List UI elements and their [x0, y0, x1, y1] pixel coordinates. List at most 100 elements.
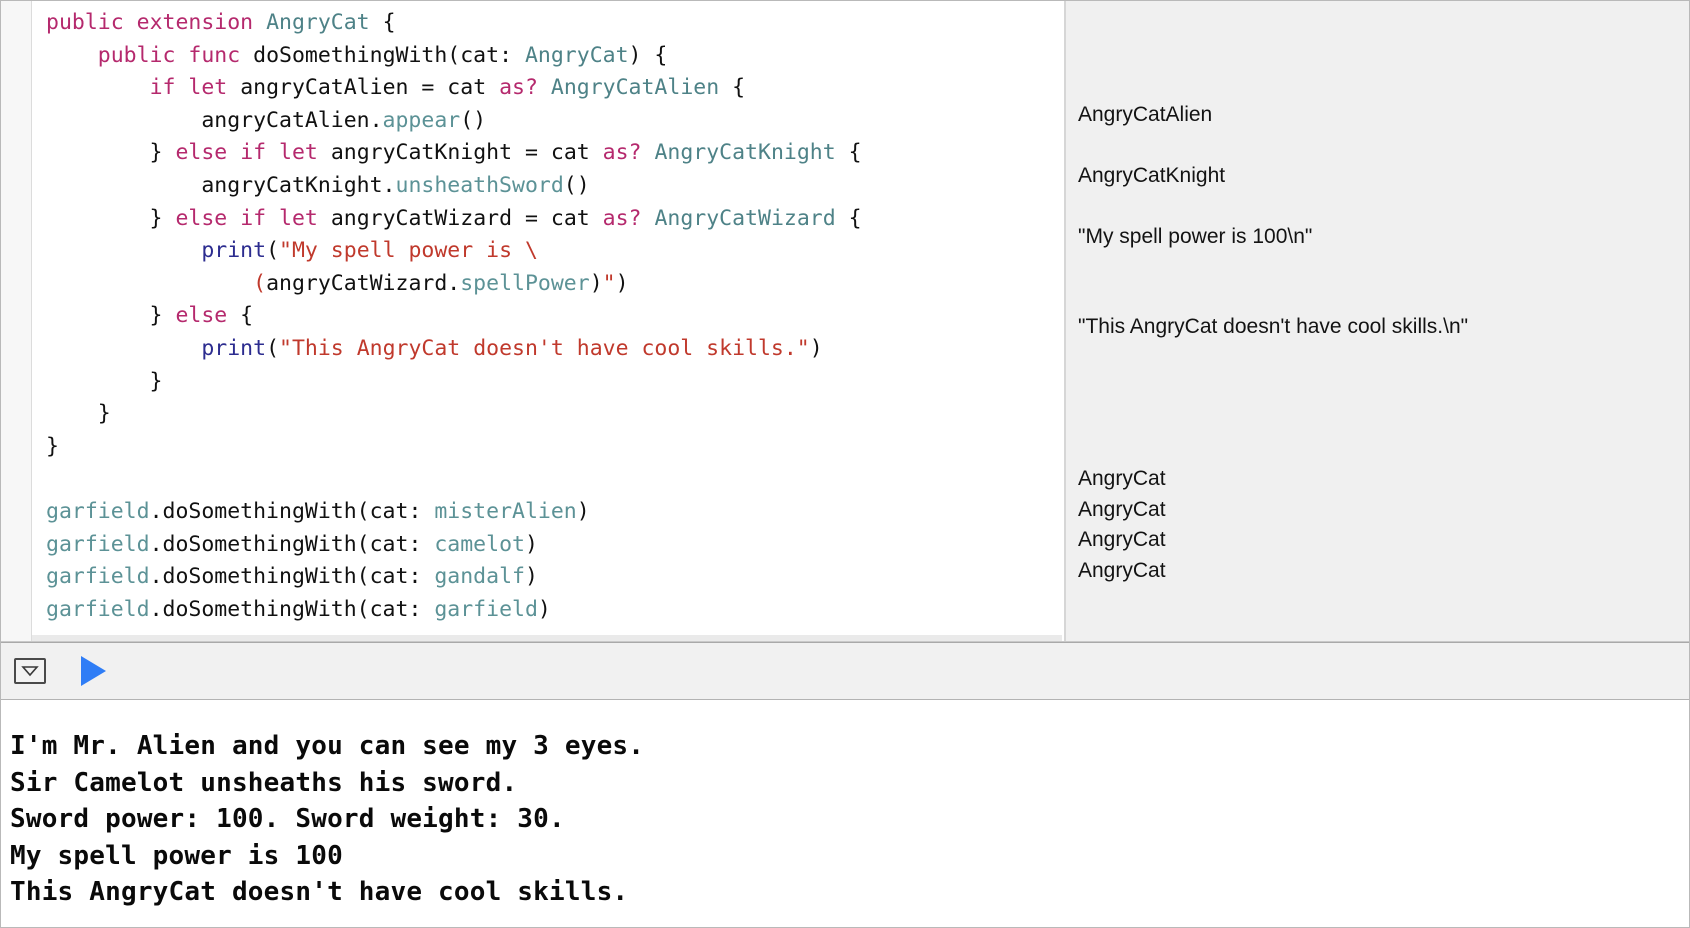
code-token: (: [266, 238, 280, 264]
code-token: as?: [499, 75, 538, 101]
code-token: (: [266, 335, 280, 361]
code-line: }: [46, 398, 1064, 431]
code-token: .doSomethingWith(cat:: [149, 498, 435, 524]
editor-bottom-edge: [1, 641, 1689, 642]
code-line: garfield.doSomethingWith(cat: gandalf): [46, 561, 1064, 594]
console-line: Sir Camelot unsheaths his sword.: [10, 767, 518, 798]
code-token: .doSomethingWith(cat:: [149, 531, 435, 557]
code-token: unsheathSword: [395, 172, 564, 198]
source-editor[interactable]: public extension AngryCat { public func …: [32, 1, 1064, 642]
console-line: This AngryCat doesn't have cool skills.: [10, 877, 629, 907]
code-line: angryCatAlien.appear(): [46, 105, 1064, 138]
play-triangle-icon: [81, 656, 106, 686]
code-token: (: [253, 270, 267, 296]
code-line: garfield.doSomethingWith(cat: misterAlie…: [46, 496, 1064, 529]
code-token: AngryCat: [266, 10, 370, 35]
code-token: "My spell power is \: [279, 238, 538, 264]
code-token: garfield: [46, 564, 150, 590]
code-line: (angryCatWizard.spellPower)"): [46, 268, 1064, 301]
code-token: }: [46, 433, 59, 459]
debug-console[interactable]: I'm Mr. Alien and you can see my 3 eyes.…: [1, 700, 1689, 927]
code-token: let: [188, 75, 228, 101]
result-entry[interactable]: AngryCat: [1078, 495, 1166, 526]
code-token: AngryCatAlien: [550, 75, 720, 101]
code-token: garfield: [46, 498, 150, 524]
code-token: angryCatAlien.: [46, 107, 383, 133]
result-entry[interactable]: AngryCat: [1078, 464, 1166, 495]
code-token: ): [537, 596, 551, 622]
run-button[interactable]: [76, 654, 110, 688]
code-token: {: [835, 205, 862, 231]
code-token: spellPower: [460, 270, 590, 296]
code-token: (): [460, 107, 487, 133]
code-token: angryCatKnight.: [46, 172, 396, 198]
code-lines[interactable]: public extension AngryCat { public func …: [46, 7, 1064, 626]
code-line: }: [46, 366, 1064, 399]
code-token: ": [602, 270, 616, 296]
result-entry[interactable]: AngryCatKnight: [1078, 161, 1225, 192]
code-line: print("This AngryCat doesn't have cool s…: [46, 333, 1064, 366]
code-line: } else if let angryCatWizard = cat as? A…: [46, 203, 1064, 236]
code-token: angryCatWizard.: [266, 270, 461, 296]
code-token: {: [835, 140, 862, 166]
code-token: }: [46, 303, 176, 329]
code-token: }: [46, 205, 176, 231]
result-entry[interactable]: AngryCat: [1078, 525, 1166, 556]
code-token: angryCatAlien = cat: [227, 75, 500, 101]
code-token: ): [589, 270, 603, 296]
result-entry[interactable]: "My spell power is 100\n": [1078, 222, 1312, 253]
code-token: AngryCatKnight: [654, 140, 836, 166]
result-entry[interactable]: "This AngryCat doesn't have cool skills.…: [1078, 312, 1468, 343]
code-line: if let angryCatAlien = cat as? AngryCatA…: [46, 72, 1064, 105]
code-token: if: [240, 205, 267, 231]
code-token: if: [240, 140, 267, 166]
playground-window: public extension AngryCat { public func …: [0, 0, 1690, 928]
code-token: garfield: [46, 596, 150, 622]
console-line: My spell power is 100: [10, 840, 343, 871]
code-token: }: [46, 401, 111, 427]
code-token: misterAlien: [434, 498, 577, 524]
code-token: camelot: [434, 531, 525, 557]
code-token: as?: [602, 205, 642, 231]
result-entry[interactable]: AngryCat: [1078, 556, 1166, 587]
code-line: } else {: [46, 300, 1064, 333]
code-token: else: [175, 303, 228, 329]
code-line: } else if let angryCatKnight = cat as? A…: [46, 137, 1064, 170]
chevron-down-icon: [21, 666, 39, 677]
code-token: if: [149, 75, 176, 101]
code-token: AngryCat: [524, 42, 629, 68]
code-token: public: [97, 42, 176, 68]
code-token: angryCatWizard = cat: [317, 205, 603, 231]
code-line: angryCatKnight.unsheathSword(): [46, 170, 1064, 203]
editor-region: public extension AngryCat { public func …: [1, 1, 1689, 642]
code-line: public extension AngryCat {: [46, 7, 1064, 40]
code-token: angryCatKnight = cat: [317, 140, 603, 166]
code-token: garfield: [46, 531, 150, 557]
code-token: "This AngryCat doesn't have cool skills.…: [279, 335, 810, 361]
code-token: else: [175, 140, 228, 166]
code-token: (): [563, 172, 590, 198]
code-token: print: [201, 335, 267, 361]
code-token: extension: [136, 10, 254, 35]
console-toggle-button[interactable]: [14, 658, 46, 684]
result-entry[interactable]: AngryCatAlien: [1078, 100, 1212, 131]
code-line: public func doSomethingWith(cat: AngryCa…: [46, 40, 1064, 73]
code-token: ): [615, 270, 629, 296]
code-token: {: [227, 303, 254, 329]
code-token: ): [576, 498, 590, 524]
results-sidebar[interactable]: AngryCatAlien AngryCatKnight "My spell pow…: [1066, 1, 1689, 642]
code-token: {: [369, 10, 396, 35]
code-token: else: [175, 205, 228, 231]
code-token: {: [719, 75, 746, 101]
